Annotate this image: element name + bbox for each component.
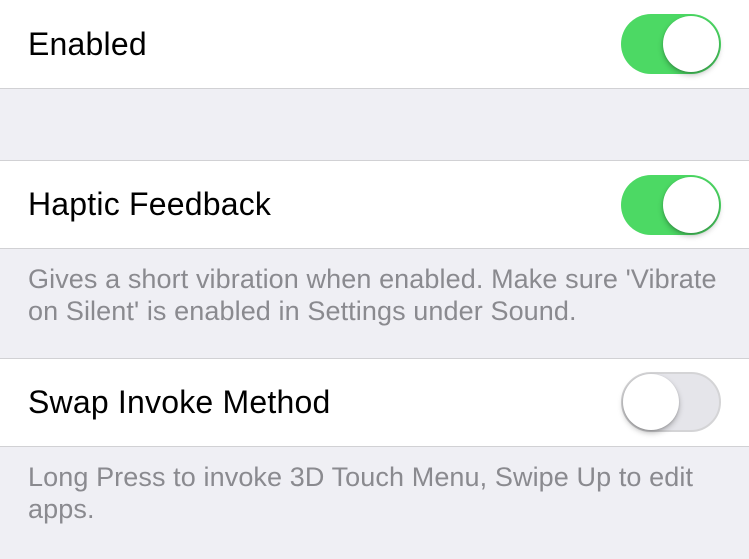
section-spacer: [0, 89, 749, 160]
footer-haptic: Gives a short vibration when enabled. Ma…: [0, 249, 749, 358]
toggle-haptic[interactable]: [621, 175, 721, 235]
footer-swap: Long Press to invoke 3D Touch Menu, Swip…: [0, 447, 749, 556]
label-swap: Swap Invoke Method: [28, 384, 330, 421]
section-swap: Swap Invoke Method Long Press to invoke …: [0, 358, 749, 556]
label-haptic: Haptic Feedback: [28, 186, 271, 223]
row-swap: Swap Invoke Method: [0, 358, 749, 447]
toggle-knob-icon: [663, 177, 719, 233]
row-enabled: Enabled: [0, 0, 749, 89]
section-enabled: Enabled: [0, 0, 749, 160]
toggle-enabled[interactable]: [621, 14, 721, 74]
label-enabled: Enabled: [28, 26, 147, 63]
toggle-swap[interactable]: [621, 372, 721, 432]
toggle-knob-icon: [663, 16, 719, 72]
toggle-knob-icon: [623, 374, 679, 430]
section-haptic: Haptic Feedback Gives a short vibration …: [0, 160, 749, 358]
row-haptic: Haptic Feedback: [0, 160, 749, 249]
